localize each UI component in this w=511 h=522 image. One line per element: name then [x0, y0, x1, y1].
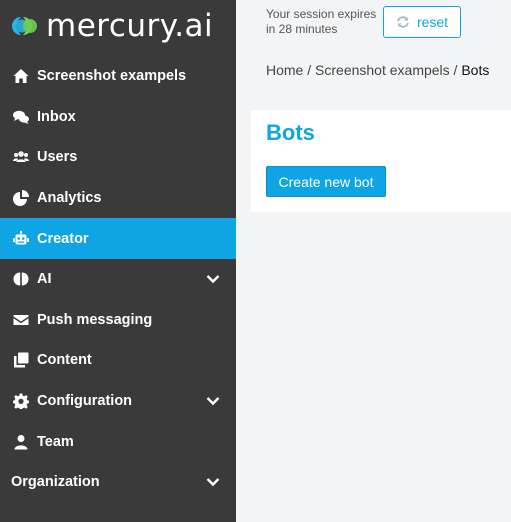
home-icon	[12, 67, 30, 85]
sidebar-item-inbox[interactable]: Inbox	[0, 97, 236, 138]
sidebar-item-push-messaging[interactable]: Push messaging	[0, 300, 236, 341]
brand-name: mercury.ai	[46, 8, 214, 44]
sidebar-item-label: Users	[37, 149, 78, 166]
session-line-1: Your session expires	[266, 7, 377, 21]
sidebar-item-label: Analytics	[37, 190, 102, 207]
breadcrumb: Home / Screenshot exampels / Bots	[266, 62, 489, 78]
sidebar-item-label: Inbox	[37, 108, 76, 125]
chat-bubbles-icon	[12, 108, 30, 126]
sidebar: mercury.ai Screenshot exampels Inbox Use…	[0, 0, 236, 522]
sidebar-item-configuration[interactable]: Configuration	[0, 381, 236, 422]
sidebar-item-label: Screenshot exampels	[37, 68, 187, 85]
sidebar-item-content[interactable]: Content	[0, 340, 236, 381]
sidebar-item-ai[interactable]: AI	[0, 259, 236, 300]
refresh-icon	[397, 16, 409, 28]
organization-label: Organization	[11, 474, 100, 490]
pie-chart-icon	[12, 189, 30, 207]
user-icon	[12, 433, 30, 451]
brain-icon	[12, 270, 30, 288]
breadcrumb-separator: /	[449, 62, 462, 78]
chevron-down-icon[interactable]	[206, 273, 220, 285]
sidebar-item-users[interactable]: Users	[0, 137, 236, 178]
breadcrumb-current: Bots	[461, 62, 490, 78]
logo-mark-icon	[10, 15, 40, 37]
logo[interactable]: mercury.ai	[10, 6, 213, 46]
reset-session-button[interactable]: reset	[383, 6, 461, 38]
users-icon	[12, 148, 30, 166]
reset-button-label: reset	[416, 14, 449, 30]
gear-icon	[12, 392, 30, 410]
session-line-2: in 28 minutes	[266, 22, 338, 36]
bots-panel: Bots Create new bot	[251, 110, 511, 212]
breadcrumb-separator: /	[303, 62, 316, 78]
breadcrumb-project[interactable]: Screenshot exampels	[315, 62, 450, 78]
chevron-down-icon[interactable]	[206, 395, 220, 407]
sidebar-item-screenshot-exampels[interactable]: Screenshot exampels	[0, 56, 236, 97]
session-expiry-text: Your session expires in 28 minutes	[266, 7, 376, 37]
sidebar-item-creator[interactable]: Creator	[0, 218, 236, 259]
envelope-icon	[12, 311, 30, 329]
page-title: Bots	[266, 120, 315, 145]
breadcrumb-home[interactable]: Home	[266, 62, 303, 78]
sidebar-item-team[interactable]: Team	[0, 421, 236, 462]
sidebar-item-label: AI	[37, 271, 52, 288]
robot-icon	[12, 230, 30, 248]
sidebar-item-analytics[interactable]: Analytics	[0, 178, 236, 219]
create-new-bot-button[interactable]: Create new bot	[266, 166, 386, 197]
sidebar-item-label: Content	[37, 352, 92, 369]
copy-icon	[12, 351, 30, 369]
organization-selector[interactable]: Organization	[0, 460, 236, 504]
sidebar-item-label: Push messaging	[37, 311, 153, 328]
sidebar-item-label: Team	[37, 433, 74, 450]
chevron-down-icon[interactable]	[206, 476, 220, 488]
sidebar-nav: Screenshot exampels Inbox Users Analytic…	[0, 56, 236, 462]
sidebar-item-label: Creator	[37, 230, 89, 247]
sidebar-item-label: Configuration	[37, 393, 133, 410]
